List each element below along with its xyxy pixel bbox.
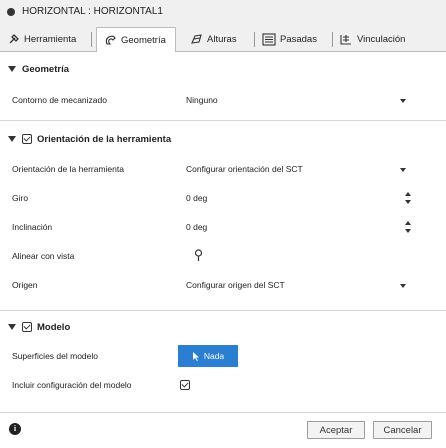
- section-geometria-header[interactable]: Geometría: [0, 58, 446, 80]
- title-bar: HORIZONTAL : HORIZONTAL1: [0, 0, 446, 24]
- row-tool-orientation: Orientación de la herramienta Configurar…: [0, 156, 446, 183]
- rotation-value: 0 deg: [186, 193, 208, 203]
- chevron-down-icon: [400, 284, 406, 288]
- rotation-spinner[interactable]: [404, 190, 412, 206]
- model-enable-checkbox[interactable]: [22, 322, 32, 332]
- spin-down-icon[interactable]: [405, 200, 411, 204]
- spin-down-icon[interactable]: [405, 229, 411, 233]
- row-rotation: Giro 0 deg: [0, 185, 446, 212]
- orientation-dropdown[interactable]: Configurar orientación del SCT: [178, 158, 418, 180]
- align-view-pin-icon[interactable]: [194, 249, 203, 262]
- row-origin: Origen Configurar origen del SCT: [0, 272, 446, 299]
- orientation-label: Orientación de la herramienta: [12, 164, 124, 174]
- include-label: Incluir configuración del modelo: [12, 380, 132, 390]
- tilt-input[interactable]: 0 deg: [178, 216, 418, 238]
- tab-label: Geometría: [121, 34, 166, 46]
- section-model-header[interactable]: Modelo: [0, 316, 446, 338]
- section-divider: [0, 310, 446, 311]
- orientation-value: Configurar orientación del SCT: [186, 164, 303, 174]
- orientation-enable-checkbox[interactable]: [22, 134, 32, 144]
- spin-up-icon[interactable]: [405, 192, 411, 196]
- surfaces-select-button[interactable]: Nada: [178, 345, 238, 367]
- row-model-surfaces: Superficies del modelo Nada: [0, 343, 446, 370]
- collapse-triangle-icon[interactable]: [8, 324, 16, 330]
- tab-label: Herramienta: [24, 33, 77, 45]
- row-tilt: Inclinación 0 deg: [0, 214, 446, 241]
- tab-label: Vinculación: [357, 33, 406, 45]
- tab-alturas[interactable]: Alturas: [190, 27, 237, 51]
- tab-label: Pasadas: [280, 33, 317, 45]
- align-label: Alinear con vista: [12, 251, 75, 261]
- tab-pasadas[interactable]: Pasadas: [262, 27, 317, 51]
- toolpath-status-icon: [7, 8, 15, 16]
- contour-label: Contorno de mecanizado: [12, 95, 107, 105]
- rotation-label: Giro: [12, 193, 29, 203]
- surfaces-label: Superficies del modelo: [12, 351, 98, 361]
- tab-vinculacion[interactable]: Vinculación: [339, 27, 405, 51]
- chevron-down-icon: [400, 99, 406, 103]
- section-title: Orientación de la herramienta: [37, 133, 172, 145]
- origin-value: Configurar origen del SCT: [186, 280, 285, 290]
- tool-icon: [9, 34, 19, 44]
- tilt-value: 0 deg: [186, 222, 208, 232]
- tilt-label: Inclinación: [12, 222, 53, 232]
- chevron-down-icon: [400, 168, 406, 172]
- rotation-input[interactable]: 0 deg: [178, 187, 418, 209]
- include-model-checkbox[interactable]: [180, 380, 190, 390]
- contour-dropdown[interactable]: Ninguno: [178, 89, 418, 111]
- tab-herramienta[interactable]: Herramienta: [8, 27, 76, 51]
- section-title: Geometría: [22, 63, 69, 75]
- contour-value: Ninguno: [186, 95, 218, 105]
- cursor-arrow-icon: [192, 352, 199, 361]
- row-align-view: Alinear con vista: [0, 243, 446, 270]
- tab-geometria[interactable]: Geometría: [96, 27, 176, 52]
- collapse-triangle-icon[interactable]: [8, 136, 16, 142]
- collapse-triangle-icon[interactable]: [8, 66, 16, 72]
- footer-divider: [0, 412, 446, 413]
- accept-button[interactable]: Aceptar: [307, 421, 365, 439]
- spin-up-icon[interactable]: [405, 221, 411, 225]
- row-include-model: Incluir configuración del modelo: [0, 372, 446, 399]
- cancel-button[interactable]: Cancelar: [373, 421, 432, 439]
- section-title: Modelo: [37, 321, 71, 333]
- tab-separator: [332, 32, 333, 47]
- surfaces-button-label: Nada: [203, 351, 225, 361]
- tab-separator: [91, 32, 92, 47]
- passes-icon: [262, 32, 276, 46]
- tab-separator: [254, 32, 255, 47]
- tab-bar: Herramienta Geometría Alturas Pasadas Vi…: [0, 24, 446, 52]
- linking-icon: [340, 34, 351, 45]
- tilt-spinner[interactable]: [404, 219, 412, 235]
- origin-label: Origen: [12, 280, 38, 290]
- row-machining-contour: Contorno de mecanizado Ninguno: [0, 87, 446, 114]
- heights-icon: [191, 34, 202, 44]
- section-orientation-header[interactable]: Orientación de la herramienta: [0, 128, 446, 150]
- section-divider: [0, 120, 446, 121]
- origin-dropdown[interactable]: Configurar origen del SCT: [178, 274, 418, 296]
- info-icon[interactable]: i: [9, 423, 21, 435]
- tab-label: Alturas: [207, 33, 237, 45]
- window-title: HORIZONTAL : HORIZONTAL1: [22, 6, 163, 17]
- geometry-icon: [105, 35, 116, 45]
